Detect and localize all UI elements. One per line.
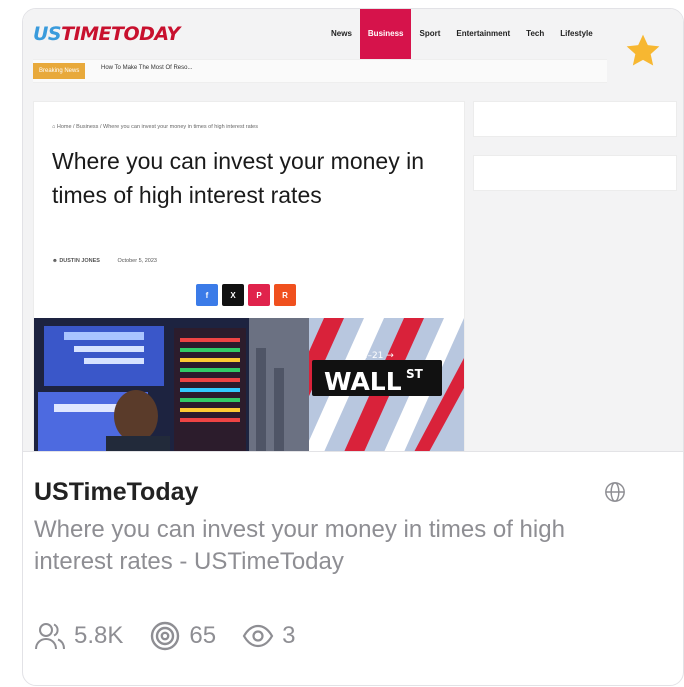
pinterest-icon: P (248, 284, 270, 306)
street-sign-suffix: ST (406, 367, 424, 381)
sidebar-box (473, 101, 677, 137)
followers-count: 5.8K (74, 622, 124, 649)
star-icon[interactable] (623, 31, 663, 71)
share-buttons: f X P R (196, 284, 296, 306)
eye-icon (242, 624, 274, 648)
street-number: 11–21 → (356, 351, 394, 361)
target-icon (151, 621, 180, 651)
article-meta: ☻ DUSTIN JONES October 5, 2023 (52, 258, 157, 264)
views-count: 3 (282, 622, 296, 649)
stats-row: 5.8K 65 3 (34, 620, 321, 652)
site-name: USTimeToday (34, 478, 199, 506)
article-photo-illustration: 11–21 → WALL ST (34, 318, 464, 451)
link-preview-card[interactable]: USTIMETODAY News Business Sport Entertai… (22, 8, 684, 686)
breaking-news-ticker: Breaking News How To Make The Most Of Re… (33, 59, 607, 83)
breaking-news-badge: Breaking News (33, 63, 86, 79)
sidebar-box (473, 155, 677, 191)
users-icon (35, 623, 65, 650)
site-nav: News Business Sport Entertainment Tech L… (323, 9, 601, 61)
article-headline: Where you can invest your money in times… (52, 148, 425, 208)
nav-item-business: Business (359, 9, 412, 61)
nav-item-sport: Sport (419, 29, 441, 38)
targets-stat: 65 (149, 620, 216, 652)
views-stat: 3 (242, 622, 295, 650)
link-description: Where you can invest your money in times… (34, 516, 565, 575)
breadcrumb: ⌂ Home / Business / Where you can invest… (52, 124, 258, 130)
site-header: USTIMETODAY News Business Sport Entertai… (23, 9, 623, 61)
nav-item-tech: Tech (526, 29, 545, 38)
facebook-icon: f (196, 284, 218, 306)
article-author: ☻ DUSTIN JONES (52, 258, 100, 264)
nav-item-lifestyle: Lifestyle (560, 29, 593, 38)
article-date: October 5, 2023 (117, 258, 157, 264)
nav-item-news: News (331, 29, 352, 38)
site-logo: USTIMETODAY (33, 23, 180, 45)
x-icon: X (222, 284, 244, 306)
site-screenshot[interactable]: USTIMETODAY News Business Sport Entertai… (23, 9, 683, 452)
nav-item-entertainment: Entertainment (456, 29, 511, 38)
street-sign-text: WALL (324, 367, 402, 396)
followers-stat: 5.8K (34, 621, 123, 651)
article-panel: ⌂ Home / Business / Where you can invest… (33, 101, 465, 451)
ticker-text: How To Make The Most Of Reso... (101, 65, 193, 71)
article-photo: 11–21 → WALL ST (34, 318, 464, 451)
globe-icon[interactable] (604, 481, 626, 503)
reddit-icon: R (274, 284, 296, 306)
targets-count: 65 (189, 622, 217, 649)
